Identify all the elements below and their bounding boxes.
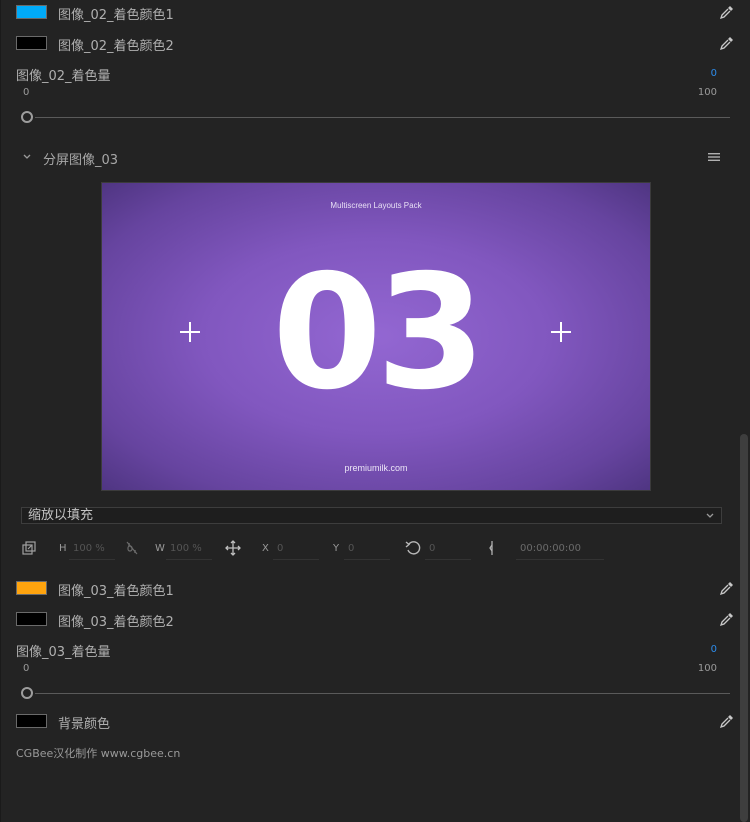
keyframe-icon[interactable] [484, 540, 500, 556]
preview-title: Multiscreen Layouts Pack [330, 201, 422, 210]
image03-color1-swatch[interactable] [16, 581, 47, 595]
rotate-icon[interactable] [405, 540, 421, 556]
image03-amount-slider-knob[interactable] [21, 687, 33, 699]
x-field[interactable]: 0 [273, 540, 319, 560]
fit-mode-value: 缩放以填充 [28, 508, 94, 523]
properties-panel: 图像_02_着色颜色1 图像_02_着色颜色2 图像_02_着色量 0 0 10… [0, 0, 739, 822]
image02-amount-slider-track[interactable] [35, 117, 730, 118]
image02-color1-label: 图像_02_着色颜色1 [58, 8, 174, 23]
width-label: W [155, 543, 165, 554]
y-field[interactable]: 0 [344, 540, 390, 560]
resize-frame-icon[interactable] [21, 540, 37, 556]
section-header[interactable]: 分屏图像_03 [1, 149, 739, 168]
image03-color1-row: 图像_03_着色颜色1 [1, 580, 739, 599]
image02-color2-row: 图像_02_着色颜色2 [1, 35, 739, 54]
image02-range-min: 0 [23, 87, 30, 98]
image02-amount-label: 图像_02_着色量 [16, 69, 111, 84]
image02-color1-swatch[interactable] [16, 5, 47, 19]
credit-text: CGBee汉化制作 www.cgbee.cn [16, 747, 181, 760]
eyedropper-icon[interactable] [719, 611, 735, 627]
image03-amount-label: 图像_03_着色量 [16, 645, 111, 660]
move-icon[interactable] [225, 540, 241, 556]
image02-amount-value[interactable]: 0 [711, 68, 717, 79]
x-label: X [262, 543, 269, 554]
vertical-scrollbar[interactable] [738, 0, 750, 822]
image03-color2-row: 图像_03_着色颜色2 [1, 611, 739, 630]
image02-range-max: 100 [697, 87, 717, 98]
rotation-field[interactable]: 0 [425, 540, 471, 560]
image02-color1-row: 图像_02_着色颜色1 [1, 4, 739, 23]
preview-footer: premiumilk.com [344, 463, 408, 473]
eyedropper-icon[interactable] [719, 35, 735, 51]
image03-color1-label: 图像_03_着色颜色1 [58, 584, 174, 599]
hamburger-menu-icon[interactable] [707, 151, 721, 163]
unlink-icon[interactable] [124, 540, 140, 556]
image03-amount-slider-track[interactable] [35, 693, 730, 694]
image03-range-max: 100 [697, 663, 717, 674]
eyedropper-icon[interactable] [719, 4, 735, 20]
section-title: 分屏图像_03 [43, 153, 119, 168]
image02-color2-swatch[interactable] [16, 36, 47, 50]
timecode-field[interactable]: 00:00:00:00 [516, 540, 604, 560]
image03-range-min: 0 [23, 663, 30, 674]
layout-preview-thumbnail[interactable]: Multiscreen Layouts Pack 03 premiumilk.c… [101, 182, 651, 491]
scrollbar-thumb[interactable] [740, 434, 748, 822]
image03-color2-label: 图像_03_着色颜色2 [58, 615, 174, 630]
eyedropper-icon[interactable] [719, 713, 735, 729]
image02-color2-label: 图像_02_着色颜色2 [58, 39, 174, 54]
background-color-row: 背景颜色 [1, 713, 739, 732]
eyedropper-icon[interactable] [719, 580, 735, 596]
image03-color2-swatch[interactable] [16, 612, 47, 626]
fit-mode-dropdown[interactable]: 缩放以填充 [21, 507, 722, 524]
image02-amount-slider-knob[interactable] [21, 111, 33, 123]
image03-amount-value[interactable]: 0 [711, 644, 717, 655]
chevron-down-icon [706, 513, 714, 518]
chevron-down-icon[interactable] [22, 152, 32, 162]
height-label: H [59, 543, 67, 554]
y-label: Y [333, 543, 340, 554]
plus-icon [551, 322, 571, 342]
width-field[interactable]: 100 % [166, 540, 212, 560]
background-color-swatch[interactable] [16, 714, 47, 728]
height-field[interactable]: 100 % [69, 540, 115, 560]
background-color-label: 背景颜色 [58, 717, 111, 732]
